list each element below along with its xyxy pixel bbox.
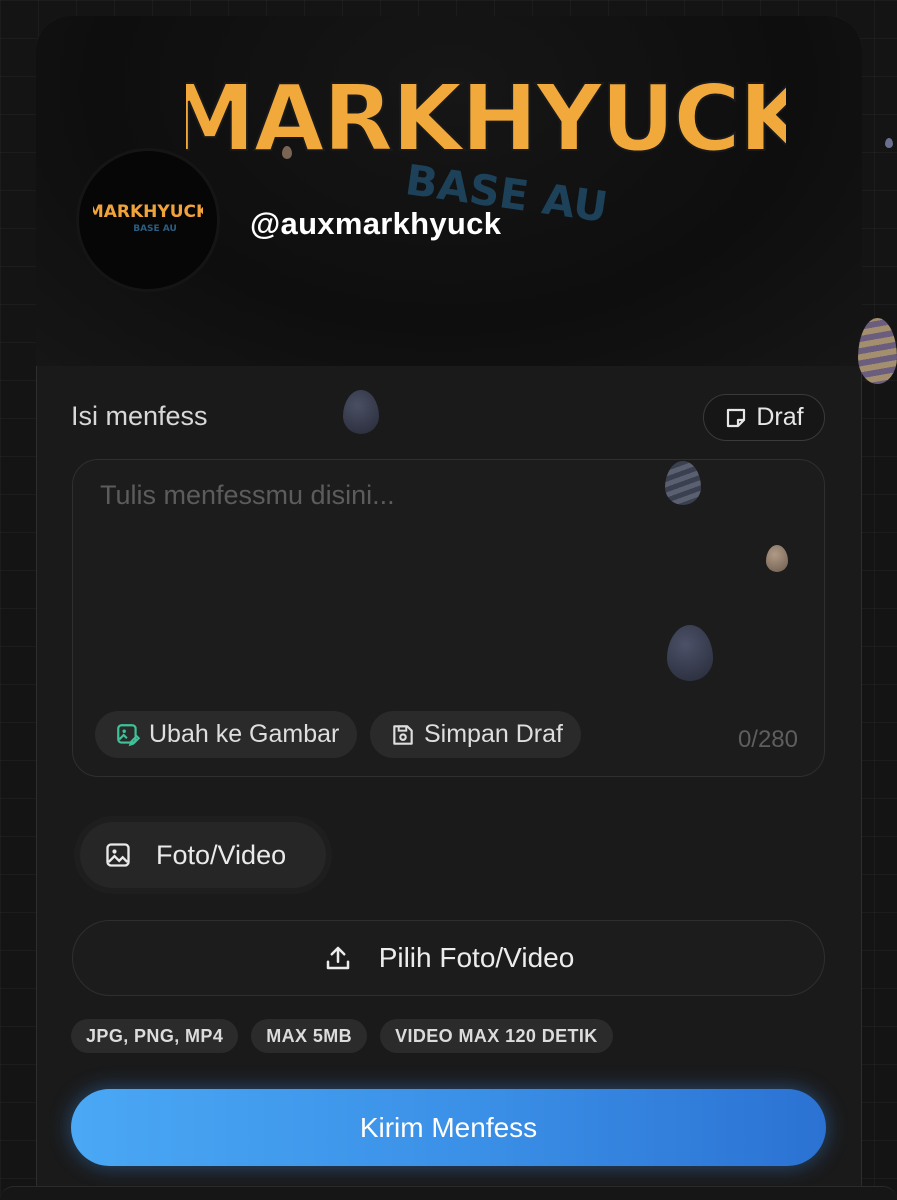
avatar-logo-text: MARKHYUCK	[93, 202, 203, 222]
draft-button-label: Draf	[756, 403, 804, 431]
avatar-logo: MARKHYUCK BASE AU	[93, 202, 203, 234]
upload-media-label: Pilih Foto/Video	[378, 942, 575, 973]
next-card-edge	[0, 1186, 897, 1200]
upload-media-button[interactable]: Pilih Foto/Video	[72, 920, 825, 996]
convert-to-image-button[interactable]: Ubah ke Gambar	[95, 711, 358, 758]
media-requirements: JPG, PNG, MP4 MAX 5MB VIDEO MAX 120 DETI…	[71, 1019, 613, 1053]
draft-button[interactable]: Draf	[703, 394, 825, 441]
easter-egg-decoration	[282, 146, 292, 159]
username: @auxmarkhyuck	[250, 206, 502, 241]
easter-egg-decoration	[665, 461, 701, 505]
upload-icon	[326, 946, 349, 970]
image-edit-icon	[117, 723, 141, 746]
easter-egg-decoration	[858, 318, 897, 384]
textarea-placeholder: Tulis menfessmu disini...	[100, 480, 395, 510]
convert-to-image-label: Ubah ke Gambar	[149, 720, 340, 748]
submit-menfess-button[interactable]: Kirim Menfess	[71, 1089, 826, 1166]
tag-max-size: MAX 5MB	[251, 1019, 368, 1053]
sticky-note-icon	[727, 408, 746, 427]
avatar[interactable]: MARKHYUCK BASE AU	[76, 148, 220, 292]
avatar-logo-sub: BASE AU	[133, 224, 177, 234]
save-draft-label: Simpan Draf	[424, 720, 563, 748]
floppy-disk-icon	[393, 724, 413, 745]
submit-menfess-label: Kirim Menfess	[359, 1111, 538, 1143]
tag-video-duration: VIDEO MAX 120 DETIK	[380, 1019, 613, 1053]
tab-foto-video-label: Foto/Video	[156, 839, 287, 870]
tag-formats: JPG, PNG, MP4	[71, 1019, 239, 1053]
save-draft-button[interactable]: Simpan Draf	[370, 711, 581, 758]
tab-foto-video[interactable]: Foto/Video	[80, 822, 326, 888]
easter-egg-decoration	[885, 138, 893, 148]
menfess-textarea[interactable]: Tulis menfessmu disini... Ubah ke Gambar…	[72, 459, 825, 777]
banner-logo: MARKHYUCK BASE AU	[186, 68, 786, 228]
menfess-label: Isi menfess	[71, 401, 208, 431]
char-counter: 0/280	[737, 726, 798, 753]
easter-egg-decoration	[343, 390, 379, 434]
easter-egg-decoration	[766, 545, 788, 572]
banner-logo-text: MARKHYUCK	[186, 68, 786, 172]
image-icon	[106, 843, 130, 867]
